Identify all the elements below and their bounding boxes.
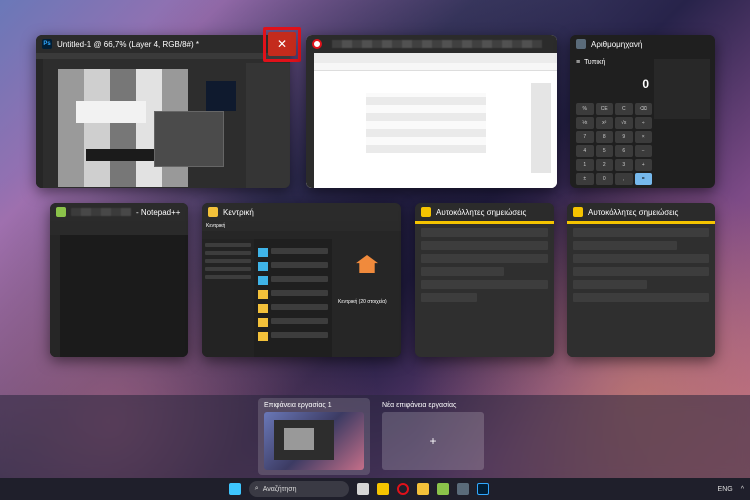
calculator-display: 0 (642, 77, 649, 91)
calculator-icon[interactable] (456, 483, 469, 495)
notepadpp-icon (56, 207, 66, 217)
desktop-1[interactable]: Επιφάνεια εργασίας 1 (258, 398, 370, 475)
desktop-1-label: Επιφάνεια εργασίας 1 (264, 402, 332, 409)
desktop-1-thumbnail (264, 412, 364, 470)
calc-key[interactable]: √x (615, 117, 633, 129)
opera-icon (312, 39, 322, 49)
opera-window[interactable] (306, 35, 557, 188)
close-window-button[interactable]: ✕ (268, 32, 296, 56)
explorer-content: Κεντρική Κεντρική (20 στοιχεία) (202, 221, 401, 357)
sticky-notes-content-2 (567, 221, 715, 357)
sticky-notes-icon (421, 207, 431, 217)
calculator-mode: Τυπική (584, 59, 606, 66)
calc-key[interactable]: = (634, 173, 652, 185)
virtual-desktops-bar (0, 395, 750, 478)
sticky-notes-icon[interactable] (376, 483, 389, 495)
calc-key[interactable]: , (615, 173, 633, 185)
photoshop-content (36, 53, 290, 188)
sticky-notes-window-1[interactable]: Αυτοκόλλητες σημειώσεις (415, 203, 554, 357)
search-input[interactable]: ⌕ Αναζήτηση (248, 481, 349, 497)
calc-key[interactable]: 6 (615, 145, 633, 157)
explorer-path: Κεντρική (206, 223, 226, 229)
calc-key[interactable]: ± (576, 173, 594, 185)
explorer-details-pane: Κεντρική (20 στοιχεία) (332, 239, 401, 357)
calc-key[interactable]: − (634, 145, 652, 157)
calc-key[interactable]: C (615, 103, 633, 115)
calc-key[interactable]: % (576, 103, 594, 115)
notepadpp-icon[interactable] (436, 483, 449, 495)
calc-key[interactable]: 4 (576, 145, 594, 157)
new-desktop-label: Νέα επιφάνεια εργασίας (382, 402, 457, 409)
sticky-notes-titlebar-1: Αυτοκόλλητες σημειώσεις (415, 203, 554, 221)
explorer-file-list (258, 243, 328, 357)
photoshop-icon[interactable] (476, 483, 489, 495)
opera-icon[interactable] (396, 483, 409, 495)
calculator-titlebar: Αριθμομηχανή (570, 35, 715, 53)
calculator-content: ≡ Τυπική 0 % CE C ⌫ ⅟x x² √x ÷ 7 8 9 × 4… (570, 53, 715, 188)
opera-content (306, 53, 557, 188)
opera-titlebar (306, 35, 557, 53)
sticky-notes-icon (573, 207, 583, 217)
folder-icon (208, 207, 218, 217)
explorer-panel-title: Κεντρική (20 στοιχεία) (338, 299, 387, 305)
calc-key[interactable]: 2 (595, 159, 613, 171)
calc-key[interactable]: ÷ (634, 117, 652, 129)
calc-key[interactable]: 8 (595, 131, 613, 143)
start-icon[interactable] (228, 483, 241, 495)
calc-key[interactable]: + (634, 159, 652, 171)
calc-key[interactable]: 5 (595, 145, 613, 157)
calc-key[interactable]: CE (595, 103, 613, 115)
notepadpp-titlebar: - Notepad++ (50, 203, 188, 221)
calculator-window[interactable]: Αριθμομηχανή ≡ Τυπική 0 % CE C ⌫ ⅟x x² √… (570, 35, 715, 188)
sticky-notes-title-1: Αυτοκόλλητες σημειώσεις (436, 207, 527, 217)
calculator-keypad: % CE C ⌫ ⅟x x² √x ÷ 7 8 9 × 4 5 6 − 1 2 … (576, 103, 652, 185)
search-icon: ⌕ (254, 485, 259, 492)
calc-key[interactable]: ⅟x (576, 117, 594, 129)
calculator-icon (576, 39, 586, 49)
notepadpp-window[interactable]: - Notepad++ (50, 203, 188, 357)
new-desktop[interactable]: Νέα επιφάνεια εργασίας + (376, 398, 488, 475)
taskbar: ⌕ Αναζήτηση ENG ^ (0, 478, 750, 500)
sticky-notes-title-2: Αυτοκόλλητες σημειώσεις (588, 207, 679, 217)
explorer-title: Κεντρική (223, 207, 254, 217)
sticky-notes-titlebar-2: Αυτοκόλλητες σημειώσεις (567, 203, 715, 221)
notepadpp-content (50, 221, 188, 357)
explorer-window[interactable]: Κεντρική Κεντρική Κεντρική (20 στοιχεία) (202, 203, 401, 357)
calc-key[interactable]: 9 (615, 131, 633, 143)
calc-key[interactable]: ⌫ (634, 103, 652, 115)
calc-key[interactable]: × (634, 131, 652, 143)
explorer-titlebar: Κεντρική (202, 203, 401, 221)
explorer-nav-pane (202, 239, 254, 357)
notepadpp-title: - Notepad++ (136, 207, 181, 217)
sticky-notes-content-1 (415, 221, 554, 357)
calc-key[interactable]: x² (595, 117, 613, 129)
home-icon (356, 255, 378, 273)
task-view-icon[interactable] (356, 483, 369, 495)
new-desktop-button[interactable]: + (382, 412, 484, 470)
hamburger-menu-icon[interactable]: ≡ (576, 59, 580, 66)
photoshop-title: Untitled-1 @ 66,7% (Layer 4, RGB/8#) * (57, 39, 199, 49)
calc-key[interactable]: 0 (595, 173, 613, 185)
search-placeholder: Αναζήτηση (262, 485, 297, 493)
calc-key[interactable]: 1 (576, 159, 594, 171)
sticky-notes-window-2[interactable]: Αυτοκόλλητες σημειώσεις (567, 203, 715, 357)
chevron-up-icon[interactable]: ^ (741, 486, 744, 493)
file-explorer-icon[interactable] (416, 483, 429, 495)
calculator-title: Αριθμομηχανή (591, 39, 643, 49)
photoshop-titlebar: Ps Untitled-1 @ 66,7% (Layer 4, RGB/8#) … (36, 35, 290, 53)
photoshop-icon: Ps (42, 39, 52, 49)
photoshop-window[interactable]: Ps Untitled-1 @ 66,7% (Layer 4, RGB/8#) … (36, 35, 290, 188)
calc-key[interactable]: 7 (576, 131, 594, 143)
language-indicator[interactable]: ENG (718, 486, 733, 493)
calc-key[interactable]: 3 (615, 159, 633, 171)
add-icon: + (429, 434, 437, 448)
